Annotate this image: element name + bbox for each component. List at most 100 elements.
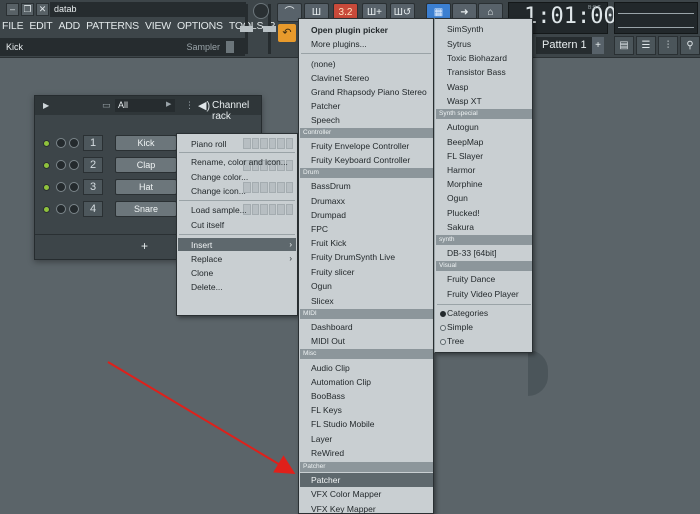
- volume-knob-icon[interactable]: [69, 182, 79, 192]
- plugin-item[interactable]: DB-33 [64bit]: [447, 248, 497, 258]
- menu-options[interactable]: OPTIONS: [177, 19, 223, 33]
- menu-add[interactable]: ADD: [59, 19, 81, 33]
- plugin-item[interactable]: Fruity Video Player: [447, 289, 519, 299]
- plugin-item[interactable]: Fruity slicer: [311, 267, 354, 277]
- plugin-item[interactable]: Ogun: [311, 281, 332, 291]
- menu-item-piano-roll[interactable]: Piano roll: [191, 139, 226, 149]
- plugin-item[interactable]: Toxic Biohazard: [447, 53, 507, 63]
- restore-icon[interactable]: ❐: [21, 3, 34, 16]
- plugin-item[interactable]: Wasp: [447, 82, 468, 92]
- menu-edit[interactable]: EDIT: [29, 19, 52, 33]
- plugin-item[interactable]: Automation Clip: [311, 377, 371, 387]
- plugin-item[interactable]: Grand Rhapsody Piano Stereo: [311, 87, 427, 97]
- channel-button-clap[interactable]: Clap: [115, 157, 177, 173]
- project-name-field[interactable]: datab: [50, 2, 246, 17]
- plugin-item[interactable]: Sakura: [447, 222, 474, 232]
- channel-button-hat[interactable]: Hat: [115, 179, 177, 195]
- plugin-item[interactable]: VFX Key Mapper: [311, 504, 376, 514]
- mixer-track-number[interactable]: 2: [83, 157, 103, 173]
- plugin-item-patcher[interactable]: Patcher: [311, 475, 340, 485]
- plugin-item[interactable]: Audio Clip: [311, 363, 350, 373]
- channel-led[interactable]: [43, 206, 50, 213]
- pan-knob-icon[interactable]: [56, 138, 66, 148]
- menu-item-more-plugins[interactable]: More plugins...: [311, 39, 367, 49]
- plugin-item[interactable]: ReWired: [311, 448, 344, 458]
- plugin-icon[interactable]: ⚲: [680, 36, 700, 55]
- menu-item-cut-itself[interactable]: Cut itself: [191, 220, 224, 230]
- menu-item-rename[interactable]: Rename, color and icon...: [191, 157, 288, 167]
- mixer-track-number[interactable]: 3: [83, 179, 103, 195]
- menu-item-open-plugin-picker[interactable]: Open plugin picker: [311, 25, 388, 35]
- plugin-item[interactable]: FL Keys: [311, 405, 342, 415]
- drag-handle-icon[interactable]: ⋮: [185, 100, 194, 111]
- plugin-item[interactable]: Patcher: [311, 101, 340, 111]
- channel-button-kick[interactable]: Kick: [115, 135, 177, 151]
- plugin-item[interactable]: Plucked!: [447, 208, 480, 218]
- view-option-tree[interactable]: Tree: [447, 336, 464, 346]
- menu-item-load-sample[interactable]: Load sample...: [191, 205, 247, 215]
- playlist-icon[interactable]: ▤: [614, 36, 634, 55]
- pan-knob-icon[interactable]: [56, 204, 66, 214]
- plugin-item[interactable]: Drumaxx: [311, 196, 345, 206]
- plugin-item[interactable]: Speech: [311, 115, 340, 125]
- radio-categories[interactable]: [440, 311, 446, 317]
- plugin-item[interactable]: Sytrus: [447, 39, 471, 49]
- plugin-item[interactable]: SimSynth: [447, 24, 483, 34]
- plugin-item[interactable]: Layer: [311, 434, 332, 444]
- plugin-item[interactable]: Fruity Envelope Controller: [311, 141, 409, 151]
- channel-led[interactable]: [43, 140, 50, 147]
- menu-view[interactable]: VIEW: [145, 19, 171, 33]
- channel-led[interactable]: [43, 184, 50, 191]
- master-pitch-handle[interactable]: [263, 26, 276, 32]
- chevron-right-icon[interactable]: ▶: [166, 100, 171, 108]
- plugin-item[interactable]: VFX Color Mapper: [311, 489, 381, 499]
- plugin-item[interactable]: Fruity DrumSynth Live: [311, 252, 395, 262]
- plugin-item[interactable]: Harmor: [447, 165, 475, 175]
- plugin-item[interactable]: Dashboard: [311, 322, 353, 332]
- plugin-item[interactable]: BooBass: [311, 391, 345, 401]
- plugin-item[interactable]: FL Slayer: [447, 151, 483, 161]
- volume-knob-icon[interactable]: [69, 204, 79, 214]
- plugin-item[interactable]: Clavinet Stereo: [311, 73, 369, 83]
- plugin-item[interactable]: Wasp XT: [447, 96, 482, 106]
- plugin-item[interactable]: Fruity Keyboard Controller: [311, 155, 410, 165]
- menu-item-insert[interactable]: Insert: [191, 240, 212, 250]
- undo-icon[interactable]: ↶: [278, 24, 296, 42]
- volume-knob-icon[interactable]: [69, 138, 79, 148]
- view-option-simple[interactable]: Simple: [447, 322, 473, 332]
- channel-rack-icon[interactable]: ☰: [636, 36, 656, 55]
- mixer-view-icon[interactable]: ⫶: [658, 36, 678, 55]
- plugin-item[interactable]: Fruity Dance: [447, 274, 495, 284]
- plugin-item[interactable]: Morphine: [447, 179, 482, 189]
- menu-item-clone[interactable]: Clone: [191, 268, 213, 278]
- channel-led[interactable]: [43, 162, 50, 169]
- plugin-item[interactable]: Fruit Kick: [311, 238, 346, 248]
- menu-item-delete[interactable]: Delete...: [191, 282, 223, 292]
- pattern-selector[interactable]: Pattern 1: [536, 37, 592, 54]
- menu-patterns[interactable]: PATTERNS: [86, 19, 139, 33]
- menu-item-replace[interactable]: Replace: [191, 254, 222, 264]
- menu-item-none[interactable]: (none): [311, 59, 336, 69]
- plugin-item[interactable]: FL Studio Mobile: [311, 419, 374, 429]
- radio-simple[interactable]: [440, 325, 446, 331]
- plugin-item[interactable]: Drumpad: [311, 210, 346, 220]
- plugin-item[interactable]: Ogun: [447, 193, 468, 203]
- plugin-item[interactable]: Slicex: [311, 296, 334, 306]
- plugin-item[interactable]: Transistor Bass: [447, 67, 506, 77]
- mixer-track-number[interactable]: 1: [83, 135, 103, 151]
- mixer-track-number[interactable]: 4: [83, 201, 103, 217]
- master-knob-icon[interactable]: [253, 3, 269, 19]
- add-pattern-button[interactable]: +: [592, 37, 604, 54]
- plugin-item[interactable]: Autogun: [447, 122, 479, 132]
- play-icon[interactable]: ▶: [43, 101, 49, 110]
- menu-file[interactable]: FILE: [2, 19, 24, 33]
- close-icon[interactable]: ✕: [36, 3, 49, 16]
- channel-button-snare[interactable]: Snare: [115, 201, 177, 217]
- lock-icon[interactable]: [226, 41, 234, 53]
- radio-tree[interactable]: [440, 339, 446, 345]
- master-volume-handle[interactable]: [240, 26, 253, 32]
- pan-knob-icon[interactable]: [56, 160, 66, 170]
- view-option-categories[interactable]: Categories: [447, 308, 488, 318]
- plugin-item[interactable]: FPC: [311, 224, 328, 234]
- pan-knob-icon[interactable]: [56, 182, 66, 192]
